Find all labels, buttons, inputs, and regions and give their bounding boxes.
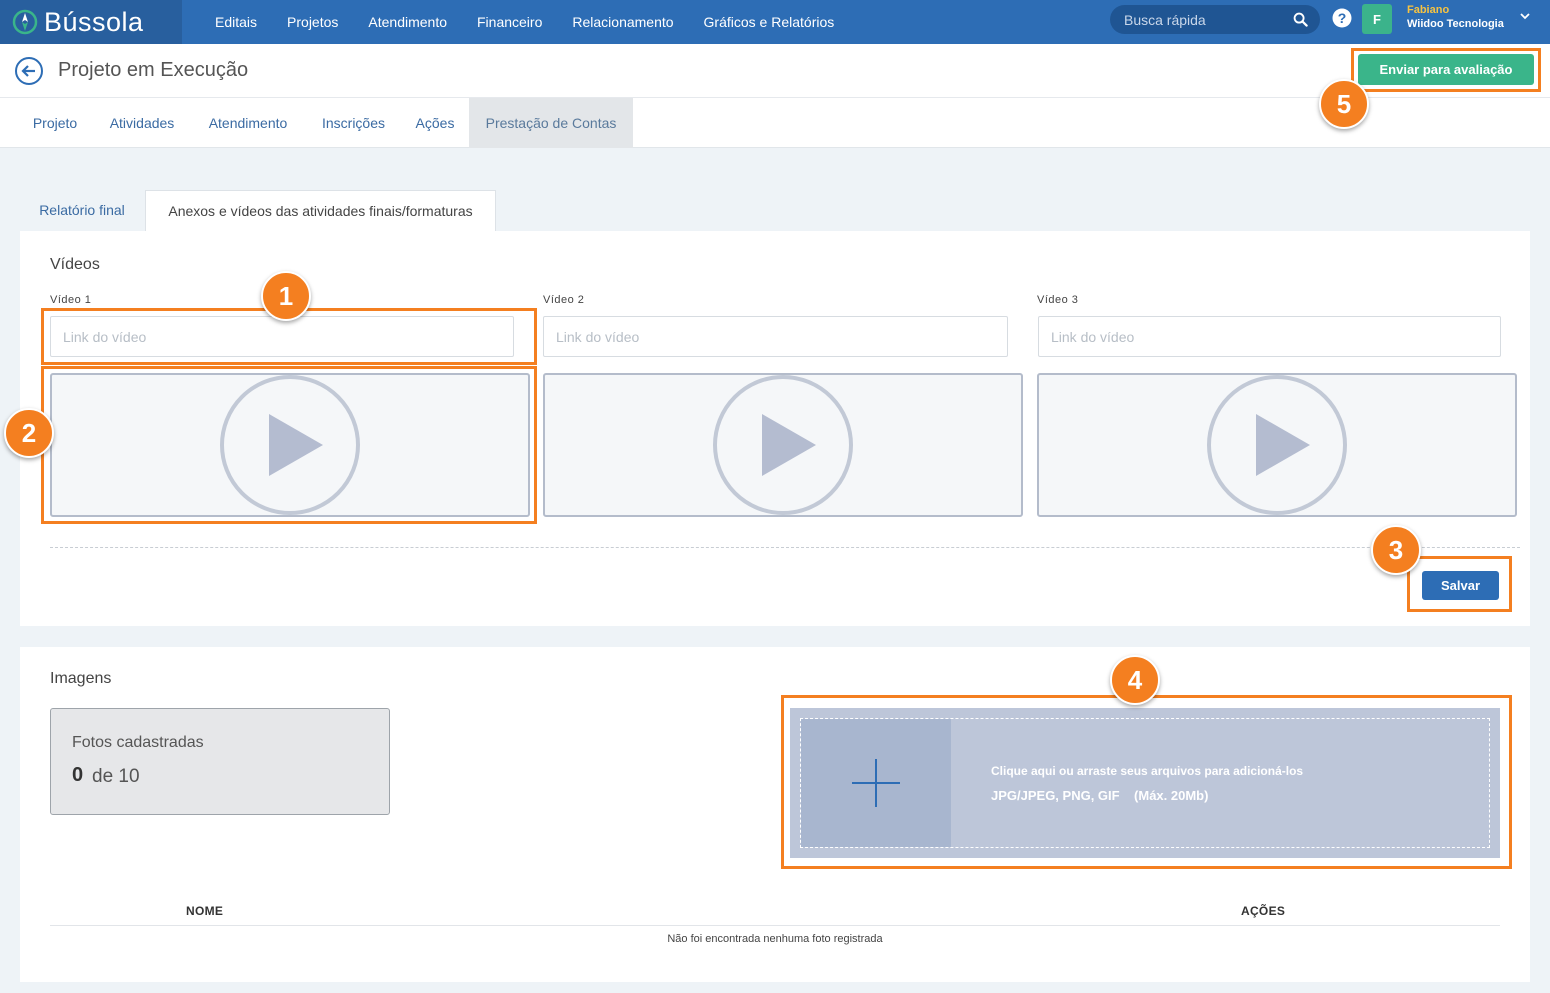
help-icon[interactable]: ?: [1332, 8, 1352, 28]
nav-item-projetos[interactable]: Projetos: [287, 14, 338, 30]
avatar[interactable]: F: [1362, 4, 1392, 34]
video-3-link-input[interactable]: [1038, 316, 1501, 357]
image-upload-dropzone[interactable]: Clique aqui ou arraste seus arquivos par…: [790, 708, 1500, 858]
main-tabs: Projeto Atividades Atendimento Inscriçõe…: [0, 98, 1550, 148]
tab-acoes[interactable]: Ações: [401, 98, 469, 148]
divider: [50, 547, 1520, 548]
play-icon: [220, 375, 360, 515]
photos-count: 0: [72, 764, 84, 786]
svg-text:?: ?: [1338, 10, 1347, 26]
nav-item-atendimento[interactable]: Atendimento: [368, 14, 447, 30]
subtab-anexos-videos[interactable]: Anexos e vídeos das atividades finais/fo…: [145, 190, 496, 231]
page-title: Projeto em Execução: [58, 59, 249, 81]
search-icon[interactable]: [1293, 12, 1308, 27]
dropzone-add-area[interactable]: [801, 719, 951, 847]
dropzone-instructions: Clique aqui ou arraste seus arquivos par…: [991, 764, 1304, 778]
brand[interactable]: Bússola: [0, 0, 182, 44]
callout-badge-3: 3: [1371, 525, 1421, 575]
callout-badge-4: 4: [1110, 655, 1160, 705]
play-icon: [713, 375, 853, 515]
plus-icon: [852, 759, 900, 807]
main-menu: Editais Projetos Atendimento Financeiro …: [200, 0, 849, 44]
photos-max: de 10: [92, 766, 140, 787]
photos-counter: Fotos cadastradas 0 de 10: [50, 708, 390, 815]
quick-search: [1110, 5, 1320, 34]
nav-item-editais[interactable]: Editais: [215, 14, 257, 30]
chevron-down-icon[interactable]: [1519, 10, 1531, 22]
tab-inscricoes[interactable]: Inscrições: [306, 98, 401, 148]
compass-logo-icon: [12, 9, 38, 35]
dropzone-border: Clique aqui ou arraste seus arquivos par…: [800, 718, 1490, 848]
photos-counter-label: Fotos cadastradas: [72, 734, 204, 751]
images-section-title: Imagens: [50, 670, 112, 687]
nav-item-financeiro[interactable]: Financeiro: [477, 14, 542, 30]
video-1-preview[interactable]: [50, 373, 530, 517]
user-organization[interactable]: Wiidoo Tecnologia: [1407, 18, 1504, 30]
callout-badge-5: 5: [1319, 79, 1369, 129]
play-icon: [1207, 375, 1347, 515]
tab-projeto[interactable]: Projeto: [16, 98, 94, 148]
back-arrow-icon[interactable]: [14, 56, 44, 86]
video-2-link-input[interactable]: [543, 316, 1008, 357]
video-3-label: Vídeo 3: [1037, 294, 1079, 306]
videos-card: Vídeos Vídeo 1 Vídeo 2 Vídeo 3 Salvar: [20, 231, 1530, 626]
callout-badge-2: 2: [4, 408, 54, 458]
brand-name: Bússola: [44, 6, 144, 37]
photos-table-empty-message: Não foi encontrada nenhuma foto registra…: [667, 933, 883, 945]
tab-atividades[interactable]: Atividades: [94, 98, 190, 148]
videos-section-title: Vídeos: [50, 256, 100, 273]
video-2-preview[interactable]: [543, 373, 1023, 517]
page-header: Projeto em Execução Enviar para avaliaçã…: [0, 44, 1550, 98]
top-navbar: Bússola Editais Projetos Atendimento Fin…: [0, 0, 1550, 44]
column-header-nome: NOME: [186, 904, 224, 918]
video-1-label: Vídeo 1: [50, 294, 92, 306]
nav-item-graficos-relatorios[interactable]: Gráficos e Relatórios: [704, 14, 835, 30]
images-card: Imagens Fotos cadastradas 0 de 10 Clique…: [20, 647, 1530, 982]
photos-table-header: NOME AÇÕES: [50, 902, 1500, 926]
video-3-preview[interactable]: [1037, 373, 1517, 517]
subtab-relatorio-final[interactable]: Relatório final: [20, 190, 144, 231]
nav-item-relacionamento[interactable]: Relacionamento: [572, 14, 673, 30]
tab-atendimento[interactable]: Atendimento: [190, 98, 306, 148]
column-header-acoes: AÇÕES: [1241, 904, 1286, 918]
callout-badge-1: 1: [261, 271, 311, 321]
video-2-label: Vídeo 2: [543, 294, 585, 306]
video-1-link-input[interactable]: [50, 316, 514, 357]
tab-prestacao-de-contas[interactable]: Prestação de Contas: [469, 98, 633, 148]
send-for-evaluation-button[interactable]: Enviar para avaliação: [1358, 54, 1534, 85]
save-button[interactable]: Salvar: [1422, 571, 1499, 600]
user-name[interactable]: Fabiano: [1407, 4, 1449, 16]
search-input[interactable]: [1124, 10, 1284, 30]
dropzone-formats: JPG/JPEG, PNG, GIF (Máx. 20Mb): [991, 788, 1209, 803]
